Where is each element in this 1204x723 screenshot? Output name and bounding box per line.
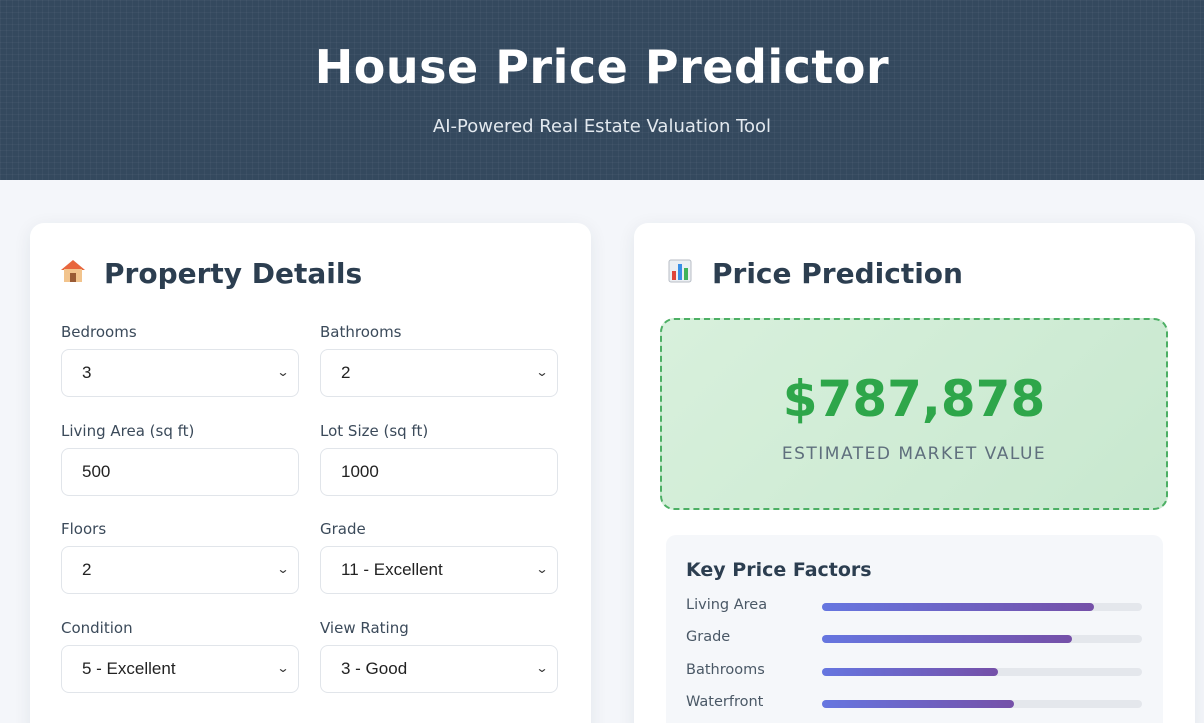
chevron-down-icon: ⌄ [276,661,290,675]
factor-row-grade: Grade [686,629,1142,649]
header-banner: House Price Predictor AI-Powered Real Es… [0,0,1204,180]
living-area-value: 500 [82,462,111,481]
factor-bar-track [822,700,1142,708]
factor-bar-fill [822,635,1072,643]
factor-row-bathrooms: Bathrooms [686,662,1142,682]
view-rating-value: 3 - Good [341,659,408,678]
key-price-factors-panel: Key Price Factors Living Area Grade Bath… [666,535,1163,723]
price-prediction-title: Price Prediction [712,257,963,290]
condition-label: Condition [61,619,133,637]
page-subtitle: AI-Powered Real Estate Valuation Tool [432,116,772,137]
factor-bar-track [822,668,1142,676]
factor-row-waterfront: Waterfront [686,694,1142,714]
factor-bar-fill [822,668,998,676]
bedrooms-select[interactable]: 3 ⌄ [61,349,299,397]
factor-bar-track [822,603,1142,611]
chevron-down-icon: ⌄ [276,562,290,576]
factor-bar-fill [822,603,1094,611]
price-prediction-heading: Price Prediction [668,257,963,290]
view-rating-select[interactable]: 3 - Good ⌄ [320,645,558,693]
condition-select[interactable]: 5 - Excellent ⌄ [61,645,299,693]
grade-value: 11 - Excellent [341,560,443,579]
lot-size-value: 1000 [341,462,379,481]
floors-select[interactable]: 2 ⌄ [61,546,299,594]
grade-select[interactable]: 11 - Excellent ⌄ [320,546,558,594]
factor-name: Waterfront [686,694,764,710]
page-title: House Price Predictor [314,40,890,94]
estimated-price-caption: ESTIMATED MARKET VALUE [781,444,1047,464]
price-prediction-card: Price Prediction $787,878 ESTIMATED MARK… [634,223,1195,723]
key-price-factors-title: Key Price Factors [686,559,872,581]
property-details-heading: Property Details [60,257,362,290]
lot-size-input[interactable]: 1000 [320,448,558,496]
living-area-input[interactable]: 500 [61,448,299,496]
factor-bar-fill [822,700,1014,708]
bedrooms-label: Bedrooms [61,323,137,341]
factor-name: Bathrooms [686,662,765,678]
view-rating-label: View Rating [320,619,409,637]
floors-label: Floors [61,520,107,538]
house-icon [60,259,90,289]
prediction-result-box: $787,878 ESTIMATED MARKET VALUE [660,318,1168,510]
factor-row-living-area: Living Area [686,597,1142,617]
bathrooms-value: 2 [341,363,351,382]
factor-name: Grade [686,629,731,645]
property-details-title: Property Details [104,257,363,290]
living-area-label: Living Area (sq ft) [61,422,195,440]
factor-name: Living Area [686,597,768,613]
chevron-down-icon: ⌄ [535,365,549,379]
grade-label: Grade [320,520,366,538]
condition-value: 5 - Excellent [82,659,176,678]
floors-value: 2 [82,560,92,579]
bathrooms-select[interactable]: 2 ⌄ [320,349,558,397]
estimated-price: $787,878 [782,370,1046,428]
bathrooms-label: Bathrooms [320,323,402,341]
lot-size-label: Lot Size (sq ft) [320,422,429,440]
bedrooms-value: 3 [82,363,92,382]
bar-chart-icon [668,259,698,289]
chevron-down-icon: ⌄ [535,562,549,576]
chevron-down-icon: ⌄ [276,365,290,379]
property-details-card: Property Details Bedrooms 3 ⌄ Bathrooms … [30,223,591,723]
chevron-down-icon: ⌄ [535,661,549,675]
factor-bar-track [822,635,1142,643]
